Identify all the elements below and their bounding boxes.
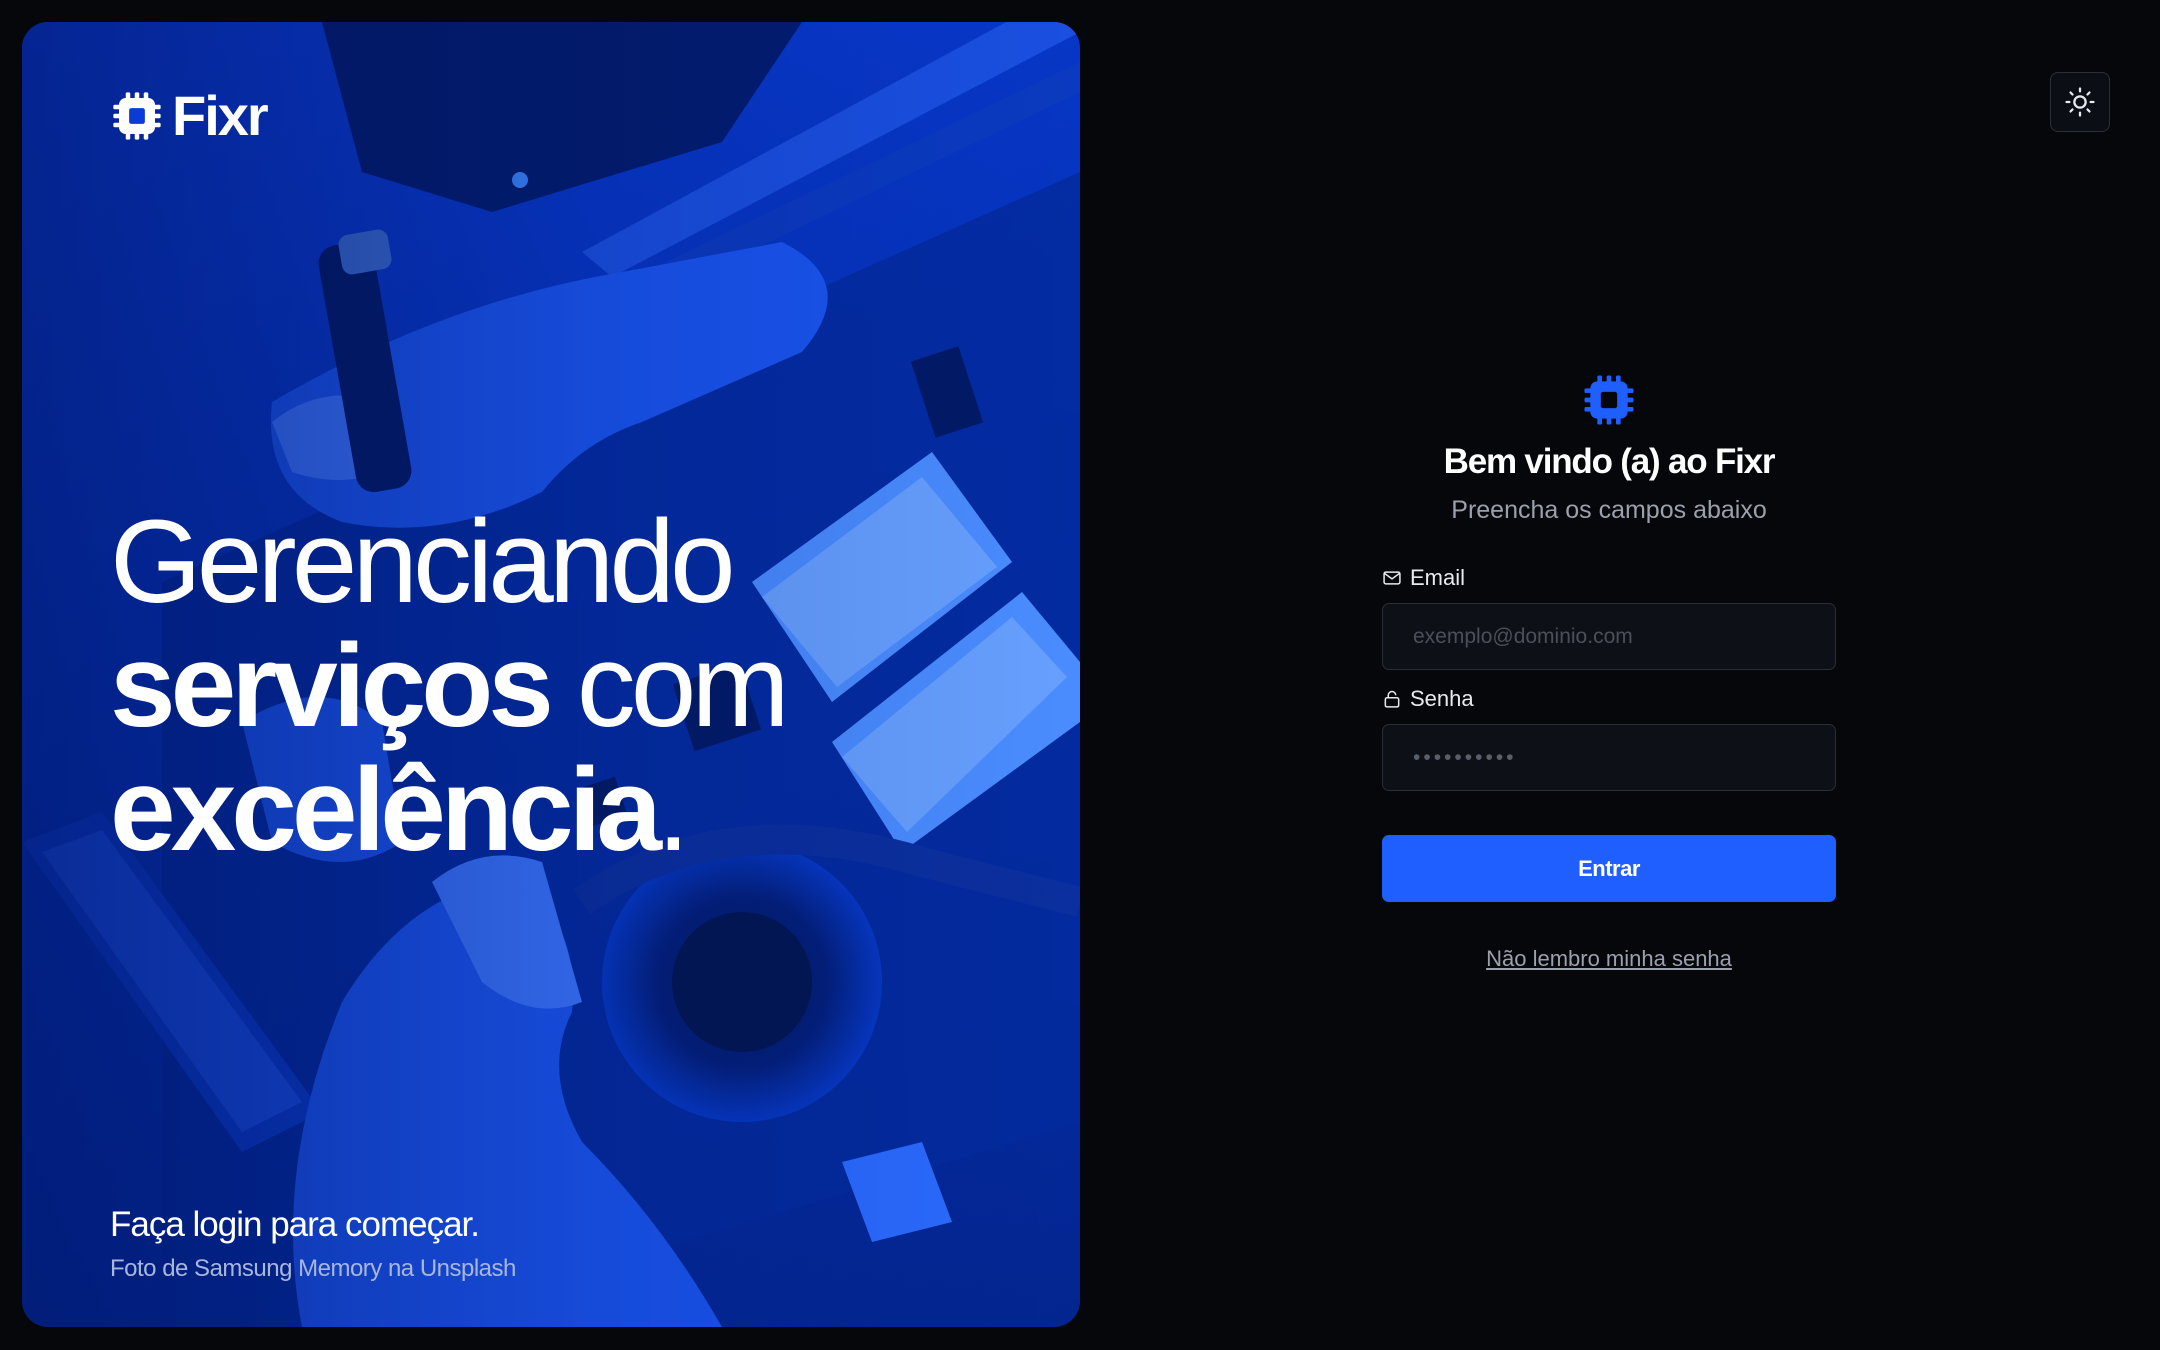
login-title: Bem vindo (a) ao Fixr — [1443, 442, 1776, 481]
headline-bold-word: serviços — [110, 620, 554, 752]
email-input[interactable] — [1382, 603, 1836, 670]
password-field-group: Senha — [1382, 686, 1836, 791]
headline-light-word: com — [576, 620, 790, 752]
forgot-password-link[interactable]: Não lembro minha senha — [1382, 946, 1836, 972]
login-form: Bem vindo (a) ao Fixr Preencha os campos… — [1382, 372, 1836, 972]
photo-credit: Foto de Samsung Memory na Unsplash — [110, 1255, 516, 1282]
password-input[interactable] — [1382, 724, 1836, 791]
mail-icon — [1383, 571, 1401, 585]
lock-icon — [1384, 690, 1400, 708]
email-label-text: Email — [1410, 565, 1466, 590]
hero-panel: Fixr Gerenciando serviços com excelência… — [22, 22, 1080, 1327]
login-submit-button[interactable]: Entrar — [1382, 835, 1836, 902]
headline-line-3: excelência. — [110, 748, 1010, 872]
email-label: Email — [1382, 565, 1836, 591]
headline-bold-word: excelência — [110, 744, 662, 876]
login-logo — [1382, 372, 1836, 428]
chip-icon — [1584, 375, 1634, 425]
theme-toggle-button[interactable] — [2050, 72, 2110, 132]
login-page: Fixr Gerenciando serviços com excelência… — [0, 0, 2160, 1350]
hero-headline: Gerenciando serviços com excelência. — [110, 500, 1010, 872]
hero-caption: Faça login para começar. Foto de Samsung… — [110, 1205, 516, 1283]
brand-logo: Fixr — [110, 84, 269, 147]
brand-name: Fixr — [172, 84, 269, 147]
headline-line-1: Gerenciando — [110, 496, 736, 628]
sun-icon — [2065, 87, 2095, 117]
hero-cta-text: Faça login para começar. — [110, 1205, 480, 1244]
password-label: Senha — [1382, 686, 1836, 712]
chip-icon — [113, 92, 161, 140]
headline-period: . — [657, 744, 690, 876]
login-subtitle: Preencha os campos abaixo — [1451, 496, 1767, 524]
headline-line-2: serviços com — [110, 624, 1010, 748]
email-field-group: Email — [1382, 565, 1836, 670]
password-label-text: Senha — [1410, 686, 1474, 711]
